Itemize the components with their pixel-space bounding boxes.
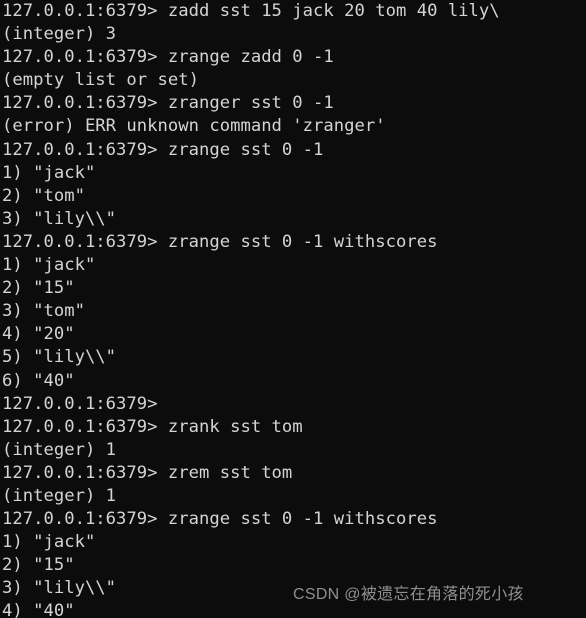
terminal-line: 3) "lily\\" bbox=[2, 208, 117, 229]
terminal-line: 127.0.0.1:6379> zrange sst 0 -1 withscor… bbox=[2, 231, 438, 252]
terminal-line: (error) ERR unknown command 'zranger' bbox=[2, 116, 386, 137]
terminal-line: 127.0.0.1:6379> zranger sst 0 -1 bbox=[2, 93, 334, 114]
terminal-line: 127.0.0.1:6379> zrange sst 0 -1 withscor… bbox=[2, 509, 438, 530]
terminal-line: 6) "40" bbox=[2, 370, 75, 391]
terminal-line: 127.0.0.1:6379> zrank sst tom bbox=[2, 416, 303, 437]
terminal-line: 2) "tom" bbox=[2, 185, 85, 206]
terminal-line: 4) "20" bbox=[2, 324, 75, 345]
terminal-line: 1) "jack" bbox=[2, 532, 96, 553]
terminal-line: 2) "15" bbox=[2, 555, 75, 576]
terminal-line: 2) "15" bbox=[2, 278, 75, 299]
terminal-line: 1) "jack" bbox=[2, 162, 96, 183]
terminal-line: 127.0.0.1:6379> bbox=[2, 393, 158, 414]
terminal-line: (integer) 3 bbox=[2, 24, 117, 45]
terminal-line: (integer) 1 bbox=[2, 485, 117, 506]
terminal-line: 4) "40" bbox=[2, 601, 75, 618]
terminal-line: 3) "lily\\" bbox=[2, 578, 117, 599]
terminal-line: 127.0.0.1:6379> zrem sst tom bbox=[2, 462, 293, 483]
terminal-line: (empty list or set) bbox=[2, 70, 199, 91]
terminal-line: 127.0.0.1:6379> zadd sst 15 jack 20 tom … bbox=[2, 1, 500, 21]
terminal-line: 1) "jack" bbox=[2, 255, 96, 276]
terminal-line: 127.0.0.1:6379> zrange zadd 0 -1 bbox=[2, 47, 334, 68]
terminal-line: 127.0.0.1:6379> zrange sst 0 -1 bbox=[2, 139, 324, 160]
terminal-line: 3) "tom" bbox=[2, 301, 85, 322]
terminal-output-area[interactable]: 127.0.0.1:6379> zadd sst 15 jack 20 tom … bbox=[2, 0, 586, 618]
terminal-line: 5) "lily\\" bbox=[2, 347, 117, 368]
terminal-line: (integer) 1 bbox=[2, 439, 117, 460]
terminal-window[interactable]: 127.0.0.1:6379> zadd sst 15 jack 20 tom … bbox=[0, 0, 586, 618]
